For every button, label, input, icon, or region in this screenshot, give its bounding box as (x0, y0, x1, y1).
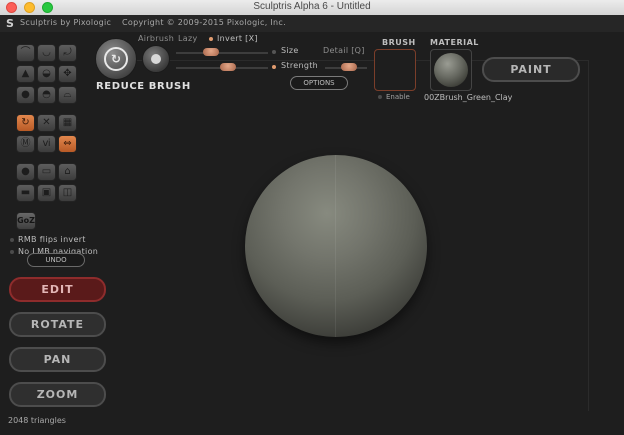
smooth-tool-icon[interactable]: ● (16, 86, 35, 104)
box-object-icon[interactable]: ▣ (37, 184, 56, 202)
wave-tool-icon[interactable]: ⅵ (37, 135, 56, 153)
strength-label: Strength (281, 61, 319, 70)
edit-mode-button[interactable]: EDIT (9, 277, 106, 302)
subdivide-tool-icon[interactable]: Ⓜ (16, 135, 35, 153)
enable-option[interactable]: Enable (378, 93, 410, 101)
reduce-brush-tool-icon[interactable]: ↻ (16, 114, 35, 132)
invert-radio[interactable] (209, 37, 213, 41)
window-titlebar: Sculptris Alpha 6 - Untitled (0, 0, 624, 16)
enable-radio[interactable] (378, 95, 382, 99)
detail-label: Detail [Q] (323, 46, 365, 55)
material-header: MATERIAL (430, 38, 479, 47)
brush-header: BRUSH (382, 38, 416, 47)
size-label: Size (281, 46, 299, 55)
rotate-mode-button[interactable]: ROTATE (9, 312, 106, 337)
material-preview-ball (434, 53, 468, 87)
rmb-flips-invert-option[interactable]: RMB flips invert (10, 235, 86, 244)
other-object-icon[interactable]: ◫ (58, 184, 77, 202)
zoom-mode-button[interactable]: ZOOM (9, 382, 106, 407)
undo-button[interactable]: UNDO (27, 253, 85, 267)
invert-label: Invert [X] (217, 34, 258, 43)
rotate-tool-icon[interactable]: ⌓ (58, 86, 77, 104)
crease-tool-icon[interactable]: ◡ (37, 44, 56, 62)
draw-tool-icon[interactable]: ⌒ (16, 44, 35, 62)
symmetry-tool-icon[interactable]: ⇔ (58, 135, 77, 153)
brush-name: REDUCE BRUSH (96, 81, 191, 92)
copyright-label: Copyright © 2009-2015 Pixologic, Inc. (122, 18, 286, 27)
airbrush-toggle-icon[interactable] (142, 45, 170, 73)
grab-tool-icon[interactable]: ✥ (58, 65, 77, 83)
goz-button[interactable]: GoZ (16, 212, 36, 230)
pinch-tool-icon[interactable]: ◒ (37, 65, 56, 83)
size-slider-knob[interactable] (203, 48, 219, 56)
flatten-tool-icon[interactable]: ⤾ (58, 44, 77, 62)
rmb-flips-invert-radio[interactable] (10, 237, 14, 242)
strength-slider-knob[interactable] (220, 63, 236, 71)
no-lmb-navigation-radio[interactable] (10, 249, 14, 254)
paint-button[interactable]: PAINT (482, 57, 580, 82)
inflate-tool-icon[interactable]: ▲ (16, 65, 35, 83)
sculptris-logo-icon: S (6, 17, 14, 30)
material-swatch[interactable] (430, 49, 472, 91)
options-button[interactable]: OPTIONS (290, 76, 348, 90)
lazy-label: Lazy (178, 34, 198, 43)
material-name: 00ZBrush_Green_Clay (424, 93, 513, 102)
brand-label: Sculptris by Pixologic (20, 18, 112, 27)
cylinder-object-icon[interactable]: ▬ (16, 184, 35, 202)
mask-tool-icon[interactable]: ✕ (37, 114, 56, 132)
pan-mode-button[interactable]: PAN (9, 347, 106, 372)
rmb-flips-invert-label: RMB flips invert (18, 235, 86, 244)
reduce-brush-icon[interactable]: ↻ (95, 38, 137, 80)
sculpt-object-icon[interactable]: ⌂ (58, 163, 77, 181)
window-title: Sculptris Alpha 6 - Untitled (253, 1, 371, 12)
scale-tool-icon[interactable]: ◓ (37, 86, 56, 104)
app-topbar: S Sculptris by Pixologic Copyright © 200… (0, 15, 624, 32)
sculpt-sphere[interactable] (245, 155, 427, 337)
detail-slider-knob[interactable] (341, 63, 357, 71)
sphere-object-icon[interactable]: ● (16, 163, 35, 181)
plane-object-icon[interactable]: ▭ (37, 163, 56, 181)
reduce-brush-symbol-icon: ↻ (104, 47, 128, 71)
enable-label: Enable (386, 93, 410, 101)
strength-radio[interactable] (272, 65, 276, 69)
triangle-count: 2048 triangles (8, 416, 66, 425)
size-radio[interactable] (272, 50, 276, 54)
airbrush-label: Airbrush (138, 34, 175, 43)
grid-tool-icon[interactable]: ▦ (58, 114, 77, 132)
brush-texture-swatch[interactable] (374, 49, 416, 91)
symmetry-line (335, 155, 336, 337)
size-slider-track[interactable] (176, 52, 268, 54)
